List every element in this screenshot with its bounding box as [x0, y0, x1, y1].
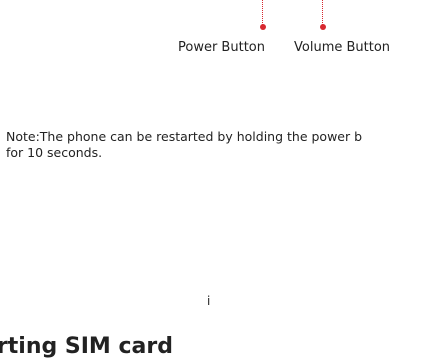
power-button-callout-line [262, 0, 263, 25]
restart-note-line-2: for 10 seconds. [6, 145, 103, 160]
restart-note-line-1: Note:The phone can be restarted by holdi… [6, 129, 363, 144]
volume-button-callout-line [322, 0, 323, 25]
volume-button-callout-dot [320, 24, 326, 30]
restart-note: Note:The phone can be restarted by holdi… [6, 129, 425, 161]
section-heading: erting SIM card [0, 334, 173, 359]
volume-button-label: Volume Button [294, 40, 391, 55]
power-button-callout-dot [260, 24, 266, 30]
page-number: i [207, 294, 211, 308]
power-button-label: Power Button [178, 40, 265, 55]
